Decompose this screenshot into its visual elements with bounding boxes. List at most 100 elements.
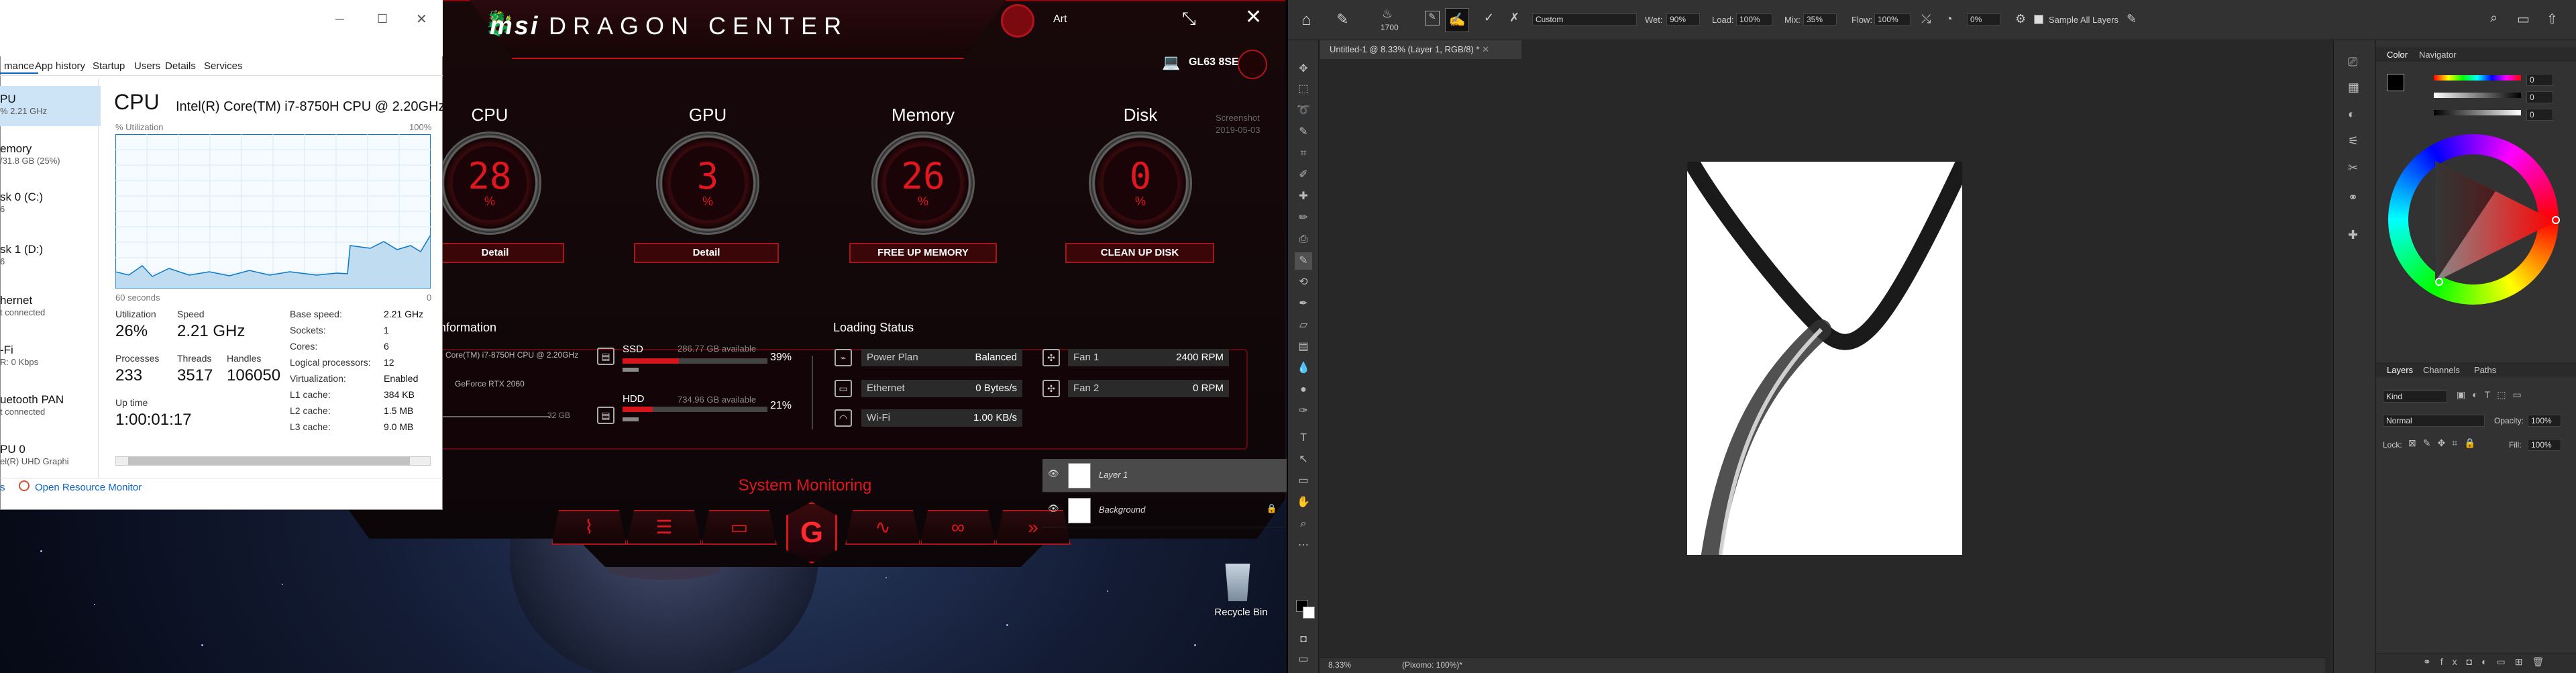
sample-all-layers-checkbox[interactable] [2034,15,2043,24]
color-value-h[interactable]: 0 [2526,74,2553,86]
pressure-icon[interactable]: ✎ [2127,12,2137,26]
fill-input[interactable]: 100% [2528,439,2561,451]
background-color-swatch[interactable] [1303,607,1315,619]
nav-monitor-button[interactable]: ⌇ [551,510,627,545]
workspace-icon[interactable]: ▭ [2517,11,2530,28]
document-tab[interactable]: Untitled-1 @ 8.33% (Layer 1, RGB/8) * ✕ [1320,40,1521,59]
free-up-memory-button[interactable]: FREE UP MEMORY [849,243,997,263]
angle-icon[interactable]: ◔ [1945,12,1953,26]
home-icon[interactable]: ⌂ [1301,11,1311,30]
tab-users[interactable]: Users [130,59,164,74]
sidebar-item-wifi[interactable]: -Fi R: 0 Kbps [0,344,38,367]
styles-panel-icon[interactable]: ⚟ [2348,134,2359,148]
brush-settings-icon[interactable]: ✎ [1425,11,1440,25]
current-brush-swatch[interactable]: ✍ [1445,8,1469,32]
quick-mask-icon[interactable]: ◘ [1295,631,1312,648]
recycle-bin-label[interactable]: Recycle Bin [1208,607,1275,618]
tab-services[interactable]: Services [200,59,247,74]
tm-minimize-icon[interactable]: ─ [335,12,344,26]
sidebar-item-cpu[interactable]: PU% 2.21 GHz [0,93,47,116]
history-brush-icon[interactable]: ⟲ [1295,274,1312,291]
horizontal-scrollbar[interactable] [115,456,431,466]
lasso-tool-icon[interactable]: ➰ [1295,102,1312,119]
nav-link-button[interactable]: ∞ [920,510,996,545]
glyphs-panel-icon[interactable]: ✚ [2348,228,2358,242]
tab-navigator[interactable]: Navigator [2419,50,2457,60]
color-value-b[interactable]: 0 [2526,109,2553,121]
properties-panel-icon[interactable]: ▦ [2348,81,2359,95]
brightness-slider[interactable] [2434,110,2521,115]
sidebar-item-disk1[interactable]: sk 1 (D:) 6 [0,243,43,266]
path-select-tool-icon[interactable]: ↖ [1295,451,1312,468]
brush-tool-icon[interactable]: ✏ [1295,209,1312,227]
tab-color[interactable]: Color [2387,50,2408,60]
document-tab-close-icon[interactable]: ✕ [1482,44,1489,54]
gradient-tool-icon[interactable]: ▤ [1295,338,1312,356]
layer-actions-icons[interactable]: ⚭fx◘◐▭⊞🗑 [2423,656,2553,668]
tm-maximize-icon[interactable]: ☐ [377,12,388,26]
sidebar-item-ethernet[interactable]: hernet t connected [0,294,45,317]
pen-tool-icon[interactable]: ✑ [1295,403,1312,420]
zoom-tool-icon[interactable]: ⌕ [1295,515,1312,533]
sidebar-item-bluetooth[interactable]: uetooth PAN t connected [0,393,64,417]
color-triangle[interactable] [2435,161,2559,282]
eraser-tool-icon[interactable]: ▱ [1295,317,1312,334]
hue-marker[interactable] [2552,216,2560,224]
zoom-level[interactable]: 8.33% [1328,660,1351,670]
marquee-tool-icon[interactable]: ⬚ [1295,81,1312,98]
tm-close-icon[interactable]: ✕ [416,11,427,28]
visibility-eye-icon[interactable]: 👁 [1048,468,1059,479]
share-icon[interactable]: ⇧ [2546,11,2558,28]
quick-select-tool-icon[interactable]: ✎ [1295,123,1312,141]
minimize-mode-icon[interactable]: ⤡ [1182,8,1196,30]
load-brush-icon[interactable]: ✓ [1484,11,1494,25]
cpu-detail-button[interactable]: Detail [426,243,564,263]
flow-input[interactable]: 100% [1874,13,1911,25]
blur-tool-icon[interactable]: 💧 [1295,360,1312,377]
tab-paths[interactable]: Paths [2474,365,2496,375]
color-value-s[interactable]: 0 [2526,91,2553,103]
scrollbar-thumb[interactable] [128,457,410,465]
close-icon[interactable]: ✕ [1245,5,1262,29]
type-tool-icon[interactable]: T [1295,429,1312,447]
dodge-tool-icon[interactable]: ● [1295,381,1312,399]
lock-icons[interactable]: ⊠✎✥⌗🔒 [2408,437,2483,449]
settings-icon[interactable]: ⚙ [2015,12,2026,26]
tab-app-history[interactable]: App history [31,59,89,74]
layer-name[interactable]: Layer 1 [1099,470,1128,480]
brushes-panel-icon[interactable]: ✂ [2348,161,2358,175]
healing-tool-icon[interactable]: ✚ [1295,188,1312,205]
adjustments-panel-icon[interactable]: ◐ [2348,107,2355,121]
clone-tool-icon[interactable]: ⎙ [1295,231,1312,248]
clean-brush-icon[interactable]: ✗ [1509,11,1519,25]
nav-audio-button[interactable]: ∿ [845,510,920,545]
layer-name[interactable]: Background [1099,505,1145,515]
brush-preset-icon[interactable]: ♨ [1382,7,1393,21]
layer-filter-icons[interactable]: ▣◐T⬚▭ [2457,389,2528,401]
open-resource-monitor-link[interactable]: Open Resource Monitor [35,482,142,493]
blend-mode-select[interactable]: Normal [2383,415,2485,427]
load-input[interactable]: 100% [1736,13,1772,25]
mix-input[interactable]: 35% [1803,13,1837,25]
crop-tool-icon[interactable]: ⌗ [1295,145,1312,162]
color-picker-marker[interactable] [2435,278,2443,286]
sidebar-item-memory[interactable]: emory/31.8 GB (25%) [0,142,60,166]
tab-channels[interactable]: Channels [2423,365,2460,375]
airbrush-icon[interactable]: ⤯ [1921,12,1931,26]
art-history-brush-icon[interactable]: ✒ [1295,295,1312,313]
angle-input[interactable]: 0% [1967,13,2000,25]
nav-settings-button[interactable]: ☰ [627,510,702,545]
search-icon[interactable]: ⌕ [2490,11,2498,26]
clean-up-disk-button[interactable]: CLEAN UP DISK [1065,243,1214,263]
move-tool-icon[interactable]: ✥ [1295,60,1312,78]
document-canvas[interactable] [1687,162,1962,555]
clone-source-icon[interactable]: ⚭ [2348,191,2358,205]
fewer-details-link[interactable]: s [0,482,5,493]
tab-details[interactable]: Details [161,59,200,74]
color-fg-swatch[interactable] [2387,74,2404,91]
hue-slider[interactable] [2434,75,2521,81]
more-tools-icon[interactable]: ⋯ [1295,537,1312,554]
screen-mode-icon[interactable]: ▭ [1295,651,1312,668]
mixer-brush-active-icon[interactable]: ✎ [1295,252,1312,270]
blend-combination-select[interactable]: Custom [1532,13,1637,25]
